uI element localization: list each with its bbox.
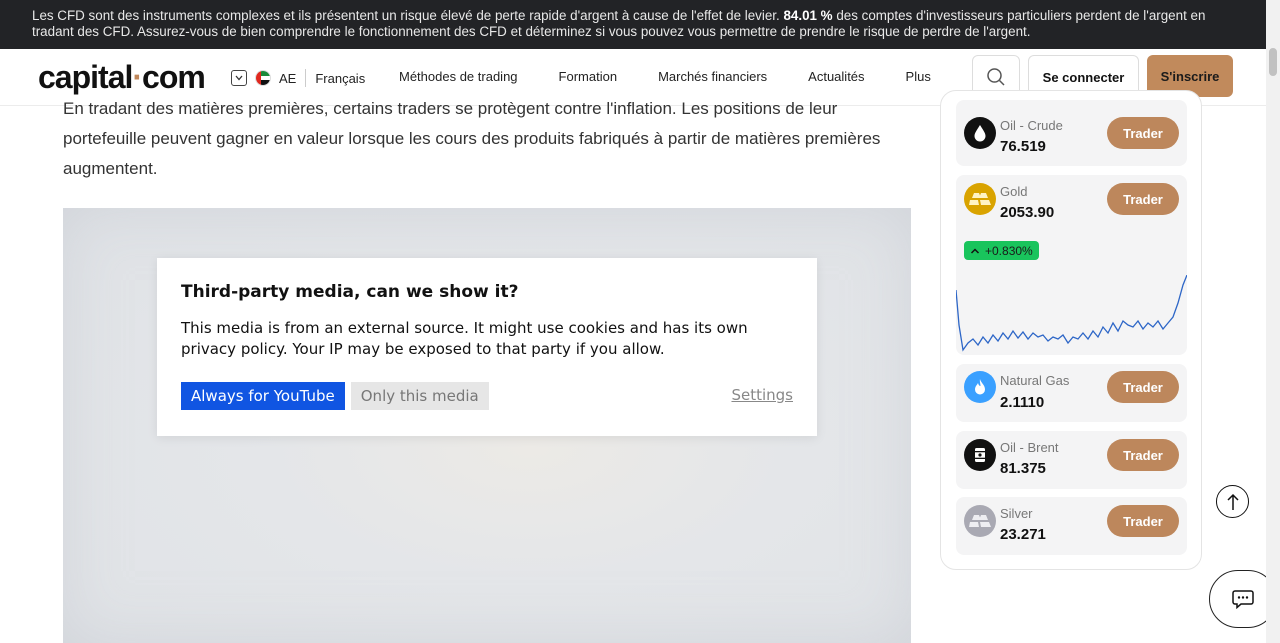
gold-bars-icon: [964, 183, 996, 215]
chevron-down-icon[interactable]: [231, 70, 247, 86]
logo-tld: com: [142, 59, 206, 95]
market-card-oil-crude[interactable]: Oil - Crude 76.519 Trader: [956, 100, 1187, 166]
market-card-gold[interactable]: Gold 2053.90 Trader +0.830%: [956, 175, 1187, 355]
flame-icon: [964, 371, 996, 403]
region-code: AE: [279, 70, 297, 86]
nav-item-trading-methods[interactable]: Méthodes de trading: [399, 69, 518, 84]
market-price: 81.375: [1000, 460, 1046, 477]
market-name: Natural Gas: [1000, 373, 1070, 388]
price-change-value: +0.830%: [985, 243, 1033, 258]
silver-bars-icon: [964, 505, 996, 537]
price-change-badge: +0.830%: [964, 241, 1039, 260]
risk-percent: 84.01 %: [783, 8, 833, 23]
nav-item-education[interactable]: Formation: [559, 69, 618, 84]
page-scrollbar[interactable]: [1266, 0, 1280, 643]
scrollbar-thumb[interactable]: [1269, 48, 1277, 76]
market-price: 76.519: [1000, 138, 1046, 155]
consent-body: This media is from an external source. I…: [181, 319, 748, 358]
consent-settings-link[interactable]: Settings: [731, 386, 793, 404]
oil-drop-icon: [964, 117, 996, 149]
article-paragraph: En tradant des matières premières, certa…: [63, 99, 881, 178]
nav-item-more[interactable]: Plus: [906, 69, 931, 84]
chevron-up-icon: [970, 247, 980, 254]
trade-button[interactable]: Trader: [1107, 371, 1179, 403]
market-card-oil-brent[interactable]: Oil - Brent 81.375 Trader: [956, 431, 1187, 489]
consent-title: Third-party media, can we show it?: [181, 282, 519, 302]
language-label[interactable]: Français: [315, 71, 365, 86]
market-price: 23.271: [1000, 526, 1046, 543]
always-youtube-button[interactable]: Always for YouTube: [181, 382, 345, 410]
nav-item-markets[interactable]: Marchés financiers: [658, 69, 767, 84]
trade-button[interactable]: Trader: [1107, 183, 1179, 215]
logo-main: capital: [38, 59, 133, 95]
scroll-to-top-button[interactable]: [1216, 485, 1249, 518]
nav-item-news[interactable]: Actualités: [808, 69, 864, 84]
main-nav: Méthodes de trading Formation Marchés fi…: [399, 69, 972, 84]
market-price: 2053.90: [1000, 204, 1055, 221]
arrow-up-icon: [1226, 493, 1239, 510]
page: Les CFD sont des instruments complexes e…: [0, 0, 1280, 643]
consent-buttons: Always for YouTube Only this media: [181, 382, 489, 410]
risk-text-before: Les CFD sont des instruments complexes e…: [32, 8, 784, 23]
market-card-silver[interactable]: Silver 23.271 Trader: [956, 497, 1187, 555]
only-this-media-button[interactable]: Only this media: [350, 382, 489, 410]
chat-bubble-icon: [1232, 590, 1254, 609]
market-name: Oil - Crude: [1000, 118, 1063, 133]
divider: [305, 69, 307, 87]
market-name: Silver: [1000, 506, 1033, 521]
trade-button[interactable]: Trader: [1107, 439, 1179, 471]
logo-dot: ·: [132, 59, 143, 95]
search-icon: [987, 68, 1005, 86]
media-consent-dialog: Third-party media, can we show it? This …: [157, 258, 817, 436]
trade-button[interactable]: Trader: [1107, 505, 1179, 537]
market-name: Gold: [1000, 184, 1028, 199]
risk-warning-banner: Les CFD sont des instruments complexes e…: [0, 0, 1266, 49]
gold-sparkline: [956, 275, 1187, 352]
oil-barrel-icon: [964, 439, 996, 471]
region-language-selector[interactable]: AE Français: [231, 68, 365, 88]
uae-flag-icon: [255, 70, 271, 86]
market-name: Oil - Brent: [1000, 440, 1059, 455]
trade-button[interactable]: Trader: [1107, 117, 1179, 149]
market-price: 2.1110: [1000, 394, 1045, 411]
capital-com-logo[interactable]: capital·com: [38, 59, 206, 96]
market-card-natural-gas[interactable]: Natural Gas 2.1110 Trader: [956, 364, 1187, 422]
